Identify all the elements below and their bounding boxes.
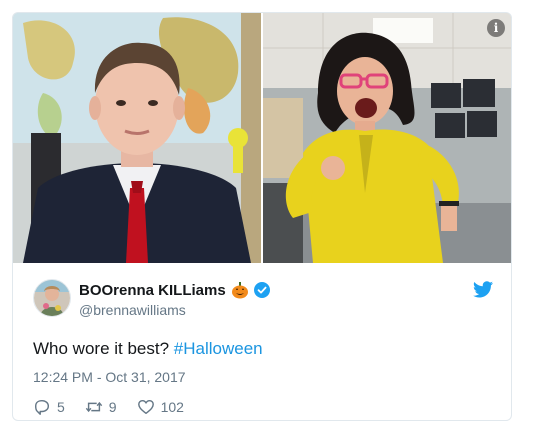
woman-in-yellow-image [263,13,511,263]
twitter-bird-icon[interactable] [473,281,493,298]
tweet-text-body: Who wore it best? [33,339,174,358]
user-names: BOOrenna KILLiams @brennawilliams [79,281,270,318]
reply-count: 5 [57,399,65,415]
display-name[interactable]: BOOrenna KILLiams [79,282,226,299]
like-button[interactable]: 102 [137,398,184,416]
info-icon[interactable]: i [487,19,505,37]
user-handle[interactable]: @brennawilliams [79,302,270,318]
verified-badge-icon [253,282,270,298]
photo-woman-in-yellow[interactable]: i [263,13,511,263]
hashtag-link[interactable]: #Halloween [174,339,263,358]
tweet-card[interactable]: i BOOrenna KILLiams @brennawilliams Who … [12,12,512,421]
like-count: 102 [160,399,184,415]
jack-o-lantern-icon [231,282,248,299]
heart-icon [137,399,154,415]
reply-button[interactable]: 5 [33,398,65,416]
tweet-actions: 5 9 102 [33,398,184,416]
man-in-suit-image [13,13,261,263]
tweet-media[interactable]: i [13,13,511,263]
tweet-timestamp[interactable]: 12:24 PM - Oct 31, 2017 [33,369,186,385]
avatar[interactable] [33,279,71,317]
avatar-image [34,280,70,316]
tweet-header: BOOrenna KILLiams @brennawilliams [33,279,493,319]
retweet-count: 9 [108,399,117,415]
tweet-text: Who wore it best? #Halloween [33,339,263,359]
retweet-icon [85,401,102,413]
retweet-button[interactable]: 9 [85,398,117,416]
reply-icon [34,399,50,415]
photo-man-in-suit[interactable] [13,13,261,263]
display-name-row: BOOrenna KILLiams [79,281,270,299]
